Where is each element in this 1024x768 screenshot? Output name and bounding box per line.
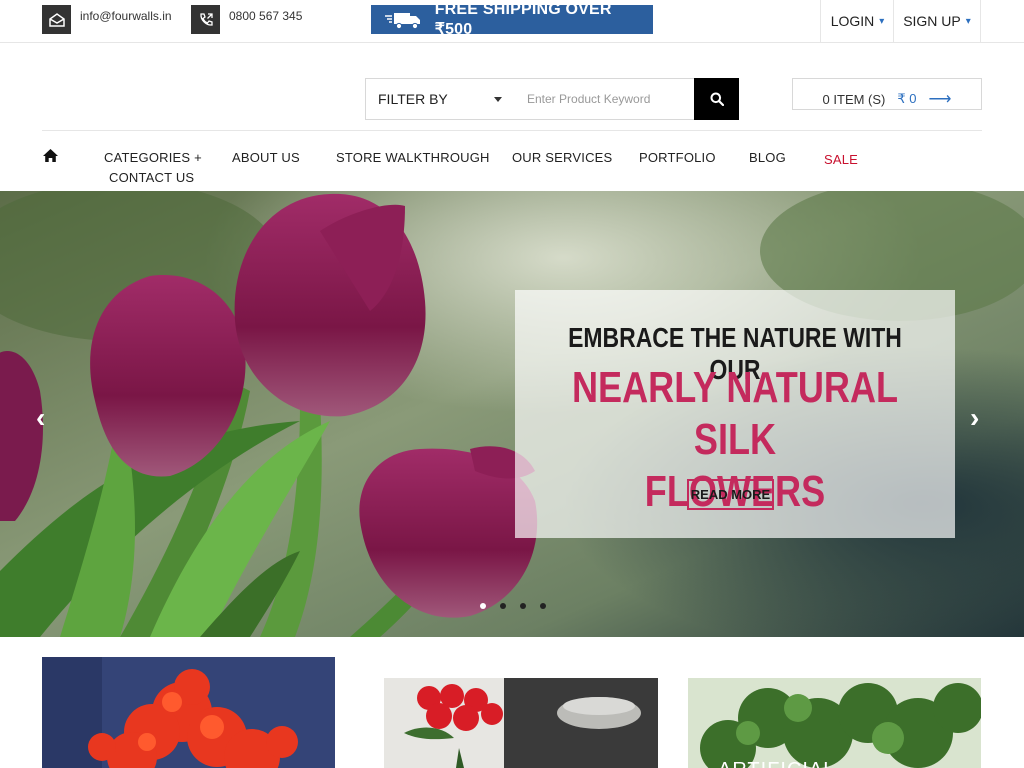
chevron-right-icon[interactable]: ›	[970, 402, 979, 434]
nav-about-us[interactable]: ABOUT US	[232, 150, 300, 165]
phone-number[interactable]: 0800 567 345	[229, 9, 302, 23]
product-image	[42, 657, 335, 768]
filter-label: FILTER BY	[378, 91, 448, 107]
filter-dropdown[interactable]: FILTER BY	[365, 78, 515, 120]
product-image	[688, 678, 981, 768]
product-tile-artificial-plant[interactable]: ARTIFICIAL	[688, 678, 981, 768]
header-divider	[42, 130, 982, 131]
nav-sale[interactable]: SALE	[824, 152, 858, 167]
nav-store-walkthrough[interactable]: STORE WALKTHROUGH	[336, 150, 490, 165]
phone-icon	[191, 5, 220, 34]
envelope-icon	[42, 5, 71, 34]
hero-slider[interactable]: EMBRACE THE NATURE WITH OUR NEARLY NATUR…	[0, 191, 1024, 637]
chevron-down-icon: ▾	[965, 15, 971, 27]
email-link[interactable]: info@fourwalls.in	[80, 9, 172, 23]
caret-down-icon	[494, 97, 502, 102]
product-tile-red-blossom[interactable]	[42, 657, 335, 768]
truck-icon	[371, 5, 435, 34]
hero-caption: EMBRACE THE NATURE WITH OUR NEARLY NATUR…	[515, 290, 955, 538]
product-image	[384, 678, 658, 768]
signup-button[interactable]: SIGN UP ▾	[893, 0, 981, 42]
product-tile-label: ARTIFICIAL	[718, 759, 835, 768]
cart-amount: ₹ 0	[897, 91, 917, 106]
arrow-right-icon: ⟶	[928, 91, 952, 108]
slider-dots	[480, 603, 546, 609]
hero-highlight-line1: NEARLY NATURAL SILK	[571, 363, 899, 464]
search-input[interactable]	[514, 78, 695, 120]
search-icon	[710, 92, 724, 106]
login-button[interactable]: LOGIN ▾	[820, 0, 894, 42]
free-shipping-banner: FREE SHIPPING OVER ₹500	[371, 1, 653, 38]
chevron-left-icon[interactable]: ‹	[36, 402, 45, 434]
top-bar: info@fourwalls.in 0800 567 345 FREE SHIP…	[0, 0, 1024, 43]
cart-summary[interactable]: 0 ITEM (S) ₹ 0 ⟶	[792, 78, 982, 110]
nav-categories[interactable]: CATEGORIES +	[104, 150, 202, 165]
slider-dot[interactable]	[520, 603, 526, 609]
slider-dot[interactable]	[480, 603, 486, 609]
cart-item-count: 0 ITEM (S)	[822, 91, 886, 107]
nav-contact-us[interactable]: CONTACT US	[109, 170, 194, 185]
free-shipping-text: FREE SHIPPING OVER ₹500	[434, 0, 612, 38]
search-button[interactable]	[694, 78, 739, 120]
product-tile-red-roses[interactable]	[384, 678, 658, 768]
home-icon	[43, 149, 58, 162]
home-link[interactable]	[42, 148, 59, 168]
nav-portfolio[interactable]: PORTFOLIO	[639, 150, 716, 165]
signup-label: SIGN UP	[903, 13, 961, 29]
login-label: LOGIN	[830, 13, 875, 29]
nav-blog[interactable]: BLOG	[749, 150, 786, 165]
slider-dot[interactable]	[500, 603, 506, 609]
read-more-button[interactable]: READ MORE	[687, 479, 774, 510]
nav-our-services[interactable]: OUR SERVICES	[512, 150, 612, 165]
slider-dot[interactable]	[540, 603, 546, 609]
chevron-down-icon: ▾	[879, 15, 885, 27]
